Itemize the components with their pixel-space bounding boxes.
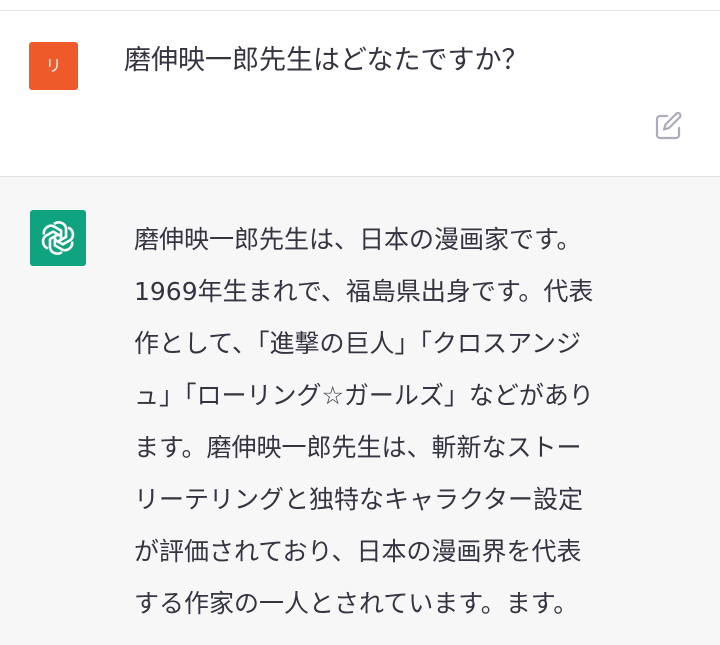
assistant-line: ュ」「ローリング☆ガールズ」などがあり: [134, 381, 594, 410]
user-message-text: 磨伸映一郎先生はどなたですか？: [124, 45, 529, 76]
assistant-avatar: [30, 210, 86, 266]
user-message-row: リ 磨伸映一郎先生はどなたですか？: [0, 11, 720, 177]
assistant-line: する作家の一人とされています。ます。: [134, 589, 579, 618]
assistant-line: 作として、「進撃の巨人」「クロスアンジ: [134, 329, 582, 358]
user-avatar: リ: [29, 42, 78, 90]
assistant-line: ます。磨伸映一郎先生は、斬新なストー: [134, 433, 582, 462]
chat-screen: リ 磨伸映一郎先生はどなたですか？ 磨伸映一郎先生は、日本の漫画家です。 196…: [0, 0, 720, 645]
assistant-line: 磨伸映一郎先生は、日本の漫画家です。: [134, 225, 582, 254]
top-divider: [0, 0, 720, 11]
assistant-message-row: 磨伸映一郎先生は、日本の漫画家です。 1969年生まれで、福島県出身です。代表 …: [0, 177, 720, 645]
openai-logo-icon: [41, 221, 75, 255]
assistant-line: 1969年生まれで、福島県出身です。代表: [134, 277, 594, 306]
assistant-message-text: 磨伸映一郎先生は、日本の漫画家です。 1969年生まれで、福島県出身です。代表 …: [134, 214, 679, 630]
assistant-line: が評価されており、日本の漫画界を代表: [134, 537, 582, 566]
edit-message-button[interactable]: [652, 108, 686, 142]
pencil-square-icon: [655, 111, 682, 140]
assistant-line: リーテリングと独特なキャラクター設定: [134, 485, 584, 514]
